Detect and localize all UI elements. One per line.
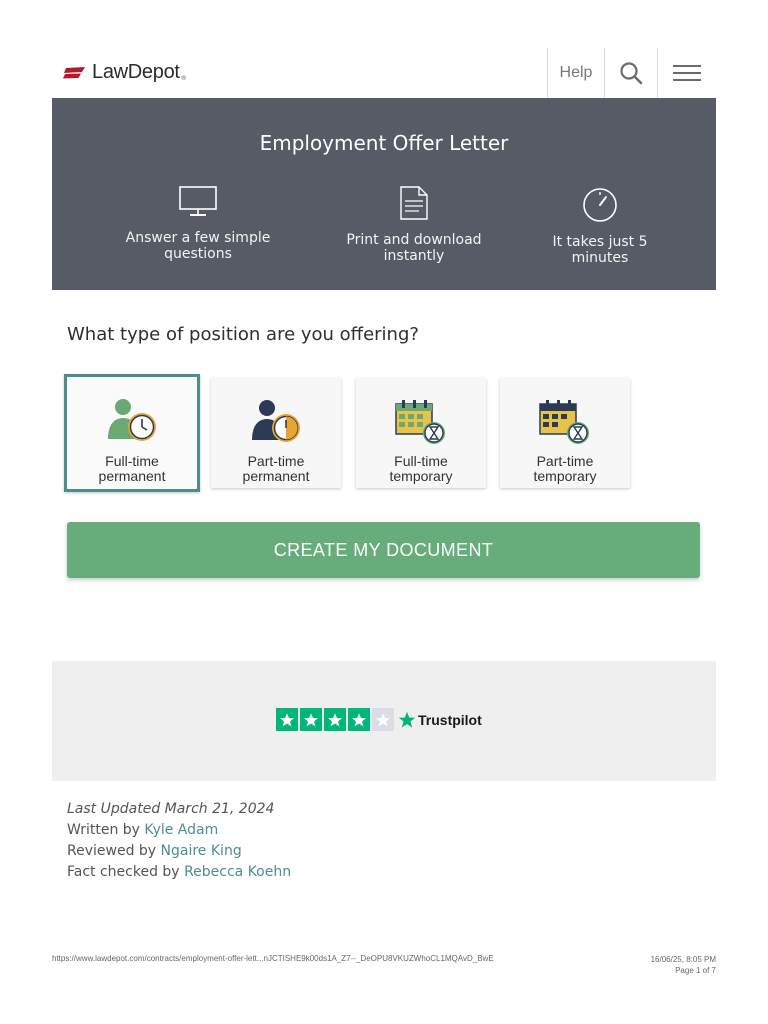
print-footer-url: https://www.lawdepot.com/contracts/emplo…	[52, 954, 494, 963]
logo-trademark: ®	[180, 75, 187, 82]
header-nav: Help	[547, 48, 716, 98]
star-filled-icon	[324, 708, 346, 731]
print-datetime: 16/06/25, 8:05 PM	[650, 955, 716, 964]
option-part-time-permanent[interactable]: Part-time permanent	[211, 378, 341, 488]
last-updated: Last Updated March 21, 2024	[67, 801, 275, 817]
feature-label: Print and download instantly	[346, 232, 482, 264]
hero-banner: Employment Offer Letter Answer a few sim…	[52, 98, 716, 290]
stopwatch-icon	[583, 188, 617, 222]
person-clock-icon	[108, 399, 156, 441]
page-title: Employment Offer Letter	[259, 131, 509, 155]
feature-questions: Answer a few simple questions	[92, 186, 304, 262]
document-meta: Last Updated March 21, 2024 Written by K…	[67, 799, 291, 883]
star-filled-icon	[348, 708, 370, 731]
checked-prefix: Fact checked by	[67, 864, 180, 880]
option-label-line2: permanent	[242, 468, 310, 484]
option-label-line2: temporary	[533, 468, 597, 484]
logo-text: LawDepot	[92, 61, 180, 83]
search-button[interactable]	[604, 48, 658, 98]
calendar-hourglass-icon	[395, 400, 445, 444]
option-label-line1: Full-time	[394, 453, 448, 469]
search-icon	[620, 62, 643, 85]
reviewer-link[interactable]: Ngaire King	[161, 843, 242, 859]
feature-time: It takes just 5 minutes	[522, 186, 678, 266]
option-part-time-temporary[interactable]: Part-time temporary	[500, 378, 630, 488]
reviewed-by: Reviewed by Ngaire King	[67, 841, 291, 862]
lawdepot-logo-mark-icon	[63, 66, 85, 78]
option-label-line1: Part-time	[247, 453, 305, 469]
trustpilot-label: Trustpilot	[418, 711, 482, 728]
monitor-icon	[179, 186, 217, 216]
document-icon	[400, 186, 428, 220]
star-empty-icon	[372, 708, 394, 731]
option-label-line1: Part-time	[536, 453, 594, 469]
print-footer-info: 16/06/25, 8:05 PM Page 1 of 7	[651, 954, 716, 976]
option-label-line2: temporary	[389, 468, 453, 484]
written-prefix: Written by	[67, 822, 140, 838]
star-filled-icon	[276, 708, 298, 731]
feature-label: It takes just 5 minutes	[552, 234, 648, 266]
trustpilot-section: Trustpilot	[52, 661, 716, 781]
calendar-half-hourglass-icon	[539, 400, 589, 444]
position-question: What type of position are you offering?	[67, 324, 419, 345]
feature-print: Print and download instantly	[316, 186, 512, 264]
print-page-number: Page 1 of 7	[675, 966, 716, 975]
author-link[interactable]: Kyle Adam	[144, 822, 218, 838]
option-full-time-temporary[interactable]: Full-time temporary	[356, 378, 486, 488]
option-label-line1: Full-time	[105, 453, 159, 469]
lawdepot-logo[interactable]: LawDepot ®	[62, 61, 187, 84]
menu-button[interactable]	[658, 48, 716, 98]
option-label-line2: permanent	[98, 468, 166, 484]
hamburger-menu-icon	[673, 65, 701, 81]
trustpilot-star-icon	[398, 711, 416, 727]
site-header: LawDepot ® Help	[52, 48, 716, 98]
star-filled-icon	[300, 708, 322, 731]
written-by: Written by Kyle Adam	[67, 820, 291, 841]
fact-checked-by: Fact checked by Rebecca Koehn	[67, 862, 291, 883]
fact-checker-link[interactable]: Rebecca Koehn	[184, 864, 291, 880]
feature-label: Answer a few simple questions	[125, 230, 271, 262]
person-half-clock-icon	[252, 400, 300, 442]
create-document-button[interactable]: CREATE MY DOCUMENT	[67, 522, 700, 578]
trustpilot-widget[interactable]: Trustpilot	[276, 708, 482, 731]
option-full-time-permanent[interactable]: Full-time permanent	[64, 374, 200, 492]
reviewed-prefix: Reviewed by	[67, 843, 157, 859]
help-link[interactable]: Help	[547, 48, 604, 98]
